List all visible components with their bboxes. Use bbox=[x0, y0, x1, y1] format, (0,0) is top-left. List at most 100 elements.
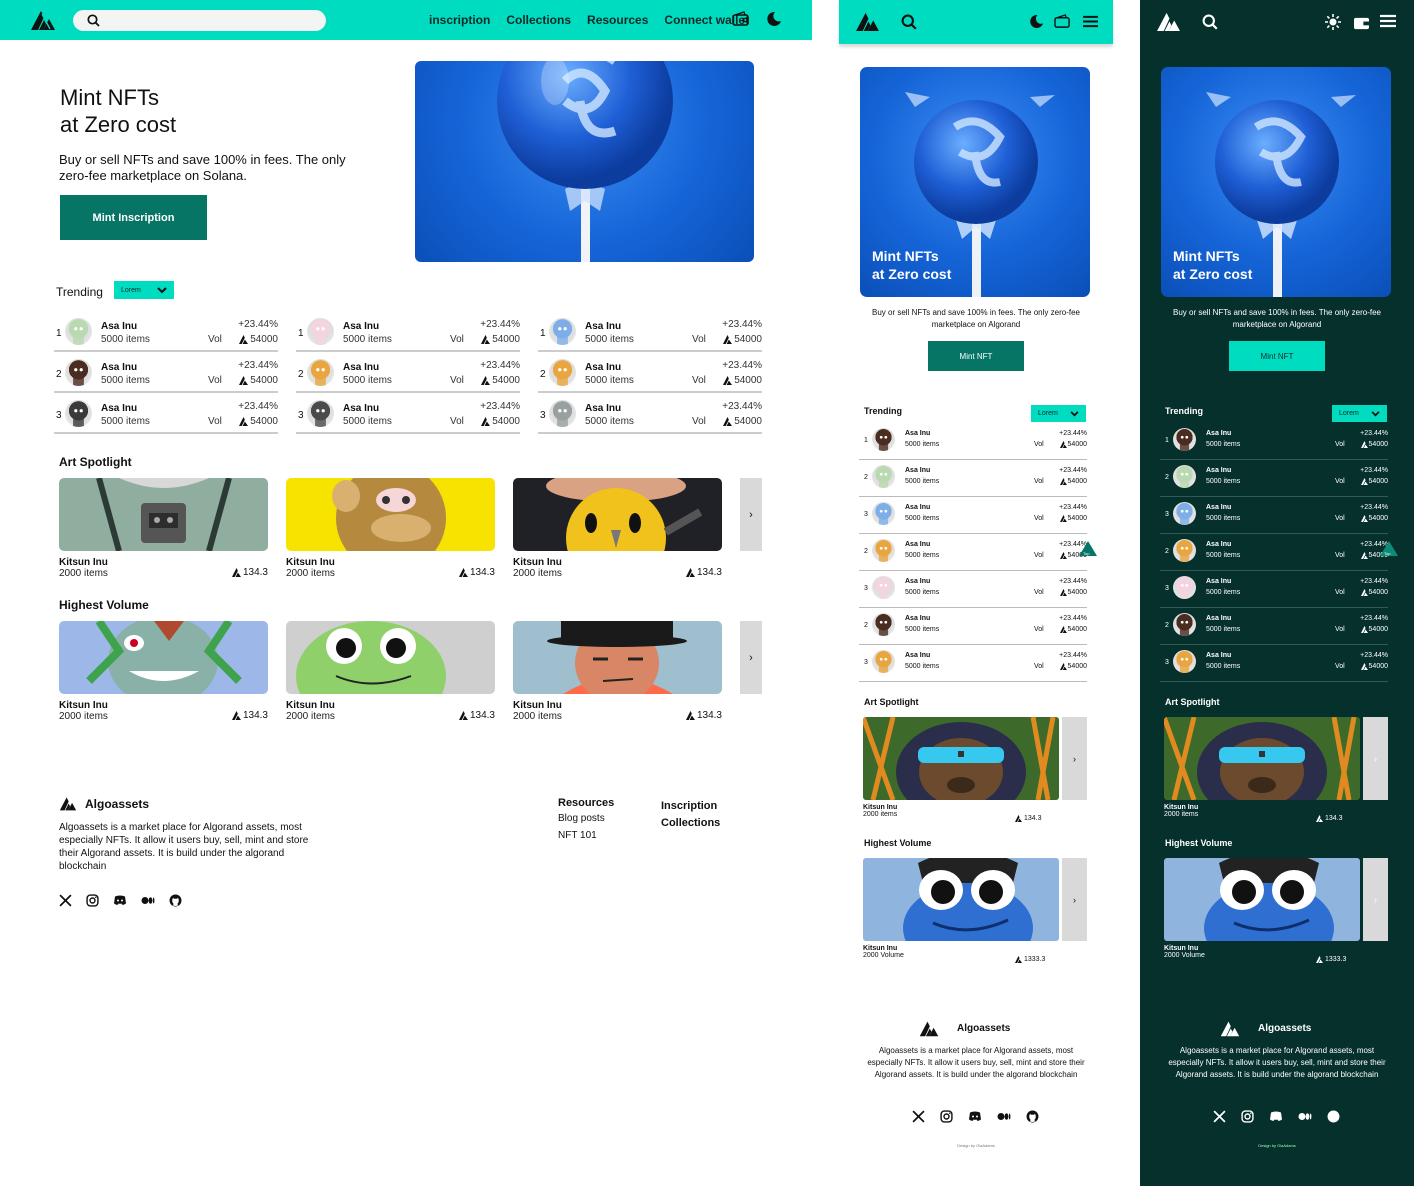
trending-row[interactable]: 3 Asa Inu 5000 items +23.44% Vol 54000 bbox=[859, 645, 1087, 682]
wallet-icon[interactable] bbox=[1054, 14, 1071, 29]
nft-card[interactable]: Kitsun Inu 2000 items 134.3 bbox=[513, 478, 722, 579]
github-icon[interactable] bbox=[1026, 1110, 1039, 1123]
nft-card[interactable]: Kitsun Inu 2000 Volume 1333.3 bbox=[1164, 858, 1360, 963]
x-icon[interactable] bbox=[59, 894, 72, 907]
chevron-down-icon bbox=[1371, 410, 1380, 416]
logo-icon[interactable] bbox=[1156, 11, 1181, 32]
x-icon[interactable] bbox=[912, 1110, 925, 1123]
wallet-icon[interactable] bbox=[1353, 15, 1370, 30]
volume-label: Vol bbox=[1034, 478, 1044, 485]
collection-name: Asa Inu bbox=[585, 321, 622, 332]
trending-row[interactable]: 3 Asa Inu 5000 items +23.44% Vol 54000 bbox=[296, 398, 520, 434]
search-icon[interactable] bbox=[1202, 14, 1218, 30]
art-spotlight-next-button[interactable]: › bbox=[740, 478, 762, 551]
footer-link-blog[interactable]: Blog posts bbox=[558, 813, 614, 824]
trending-row[interactable]: 1 Asa Inu 5000 items +23.44% Vol 54000 bbox=[538, 316, 762, 352]
mint-nft-button[interactable]: Mint NFT bbox=[1229, 341, 1325, 371]
trending-row[interactable]: 2 Asa Inu 5000 items +23.44% Vol 54000 bbox=[1160, 534, 1388, 571]
trending-row[interactable]: 3 Asa Inu 5000 items +23.44% Vol 54000 bbox=[1160, 497, 1388, 534]
nft-card[interactable]: Kitsun Inu 2000 items 134.3 bbox=[1164, 717, 1360, 822]
trending-row[interactable]: 1 Asa Inu 5000 items +23.44% Vol 54000 bbox=[1160, 423, 1388, 460]
highest-volume-next-button[interactable]: › bbox=[1363, 858, 1388, 941]
menu-icon[interactable] bbox=[1380, 14, 1396, 28]
mint-inscription-button[interactable]: Mint Inscription bbox=[60, 195, 207, 240]
trending-row[interactable]: 2 Asa Inu 5000 items +23.44% Vol 54000 bbox=[296, 357, 520, 393]
collection-avatar bbox=[549, 318, 576, 345]
trending-row[interactable]: 3 Asa Inu 5000 items +23.44% Vol 54000 bbox=[859, 497, 1087, 534]
nft-card[interactable]: Kitsun Inu 2000 items 134.3 bbox=[513, 621, 722, 722]
algo-icon bbox=[1059, 441, 1067, 448]
wallet-icon[interactable] bbox=[732, 11, 750, 27]
trending-row[interactable]: 3 Asa Inu 5000 items +23.44% Vol 54000 bbox=[859, 571, 1087, 608]
rank-number: 2 bbox=[864, 548, 868, 555]
trending-row[interactable]: 1 Asa Inu 5000 items +23.44% Vol 54000 bbox=[54, 316, 278, 352]
footer-link-inscription[interactable]: Inscription bbox=[661, 798, 720, 815]
discord-icon[interactable] bbox=[1269, 1110, 1283, 1123]
trending-row[interactable]: 3 Asa Inu 5000 items +23.44% Vol 54000 bbox=[538, 398, 762, 434]
art-spotlight-next-button[interactable]: › bbox=[1062, 717, 1087, 800]
trending-dropdown[interactable]: Lorem bbox=[114, 281, 174, 299]
github-icon[interactable] bbox=[1327, 1110, 1340, 1123]
nft-price: 1333.3 bbox=[1316, 956, 1346, 963]
trending-row[interactable]: 1 Asa Inu 5000 items +23.44% Vol 54000 bbox=[859, 423, 1087, 460]
menu-icon[interactable] bbox=[1083, 15, 1098, 28]
volume-value: 54000 bbox=[481, 416, 520, 427]
trending-row[interactable]: 3 Asa Inu 5000 items +23.44% Vol 54000 bbox=[1160, 571, 1388, 608]
highest-volume-next-button[interactable]: › bbox=[1062, 858, 1087, 941]
nft-card[interactable]: Kitsun Inu 2000 items 134.3 bbox=[286, 621, 495, 722]
item-count: 5000 items bbox=[905, 663, 940, 670]
mobile-trending-dropdown[interactable]: Lorem bbox=[1332, 405, 1387, 422]
trending-row[interactable]: 2 Asa Inu 5000 items +23.44% Vol 54000 bbox=[54, 357, 278, 393]
trending-row[interactable]: 2 Asa Inu 5000 items +23.44% Vol 54000 bbox=[538, 357, 762, 393]
medium-icon[interactable] bbox=[1298, 1110, 1312, 1123]
footer-link-collections[interactable]: Collections bbox=[661, 815, 720, 832]
instagram-icon[interactable] bbox=[86, 894, 99, 907]
instagram-icon[interactable] bbox=[940, 1110, 953, 1123]
collection-avatar bbox=[307, 359, 334, 386]
item-count: 5000 items bbox=[905, 552, 940, 559]
nav-link-resources[interactable]: Resources bbox=[587, 13, 648, 27]
mint-nft-button[interactable]: Mint NFT bbox=[928, 341, 1024, 371]
trending-row[interactable]: 2 Asa Inu 5000 items +23.44% Vol 54000 bbox=[859, 534, 1087, 571]
discord-icon[interactable] bbox=[113, 894, 127, 907]
logo-icon[interactable] bbox=[855, 11, 880, 32]
trending-row[interactable]: 2 Asa Inu 5000 items +23.44% Vol 54000 bbox=[1160, 608, 1388, 645]
nft-card[interactable]: Kitsun Inu 2000 items 134.3 bbox=[286, 478, 495, 579]
instagram-icon[interactable] bbox=[1241, 1110, 1254, 1123]
trending-row[interactable]: 3 Asa Inu 5000 items +23.44% Vol 54000 bbox=[1160, 645, 1388, 682]
mobile-footer-brand[interactable]: Algoassets bbox=[1220, 1020, 1311, 1037]
nft-card[interactable]: Kitsun Inu 2000 items 134.3 bbox=[863, 717, 1059, 822]
medium-icon[interactable] bbox=[141, 894, 155, 907]
mobile-footer-brand[interactable]: Algoassets bbox=[919, 1020, 1010, 1037]
chevron-right-icon: › bbox=[1073, 753, 1076, 764]
mobile-trending-dropdown[interactable]: Lorem bbox=[1031, 405, 1086, 422]
trending-row[interactable]: 2 Asa Inu 5000 items +23.44% Vol 54000 bbox=[859, 460, 1087, 497]
highest-volume-next-button[interactable]: › bbox=[740, 621, 762, 694]
nft-card[interactable]: Kitsun Inu 2000 items 134.3 bbox=[59, 621, 268, 722]
trending-row[interactable]: 3 Asa Inu 5000 items +23.44% Vol 54000 bbox=[54, 398, 278, 434]
nft-card[interactable]: Kitsun Inu 2000 Volume 1333.3 bbox=[863, 858, 1059, 963]
trending-row[interactable]: 2 Asa Inu 5000 items +23.44% Vol 54000 bbox=[1160, 460, 1388, 497]
search-input[interactable] bbox=[73, 10, 326, 31]
volume-value: 54000 bbox=[1059, 589, 1087, 596]
volume-label: Vol bbox=[1335, 515, 1345, 522]
collection-avatar bbox=[872, 465, 895, 488]
medium-icon[interactable] bbox=[997, 1110, 1011, 1123]
trending-row[interactable]: 2 Asa Inu 5000 items +23.44% Vol 54000 bbox=[859, 608, 1087, 645]
moon-icon[interactable] bbox=[1029, 14, 1044, 29]
art-spotlight-next-button[interactable]: › bbox=[1363, 717, 1388, 800]
trending-row[interactable]: 1 Asa Inu 5000 items +23.44% Vol 54000 bbox=[296, 316, 520, 352]
github-icon[interactable] bbox=[169, 894, 182, 907]
footer-link-nft101[interactable]: NFT 101 bbox=[558, 830, 614, 841]
logo-icon[interactable] bbox=[30, 9, 56, 31]
sun-icon[interactable] bbox=[1325, 14, 1341, 30]
footer-brand[interactable]: Algoassets bbox=[59, 796, 149, 811]
x-icon[interactable] bbox=[1213, 1110, 1226, 1123]
moon-icon[interactable] bbox=[766, 11, 782, 27]
nav-link-collections[interactable]: Collections bbox=[506, 13, 571, 27]
nft-name: Kitsun Inu bbox=[863, 945, 898, 952]
search-icon[interactable] bbox=[901, 14, 917, 30]
discord-icon[interactable] bbox=[968, 1110, 982, 1123]
nft-card[interactable]: Kitsun Inu 2000 items 134.3 bbox=[59, 478, 268, 579]
nav-link-inscription[interactable]: inscription bbox=[429, 13, 490, 27]
